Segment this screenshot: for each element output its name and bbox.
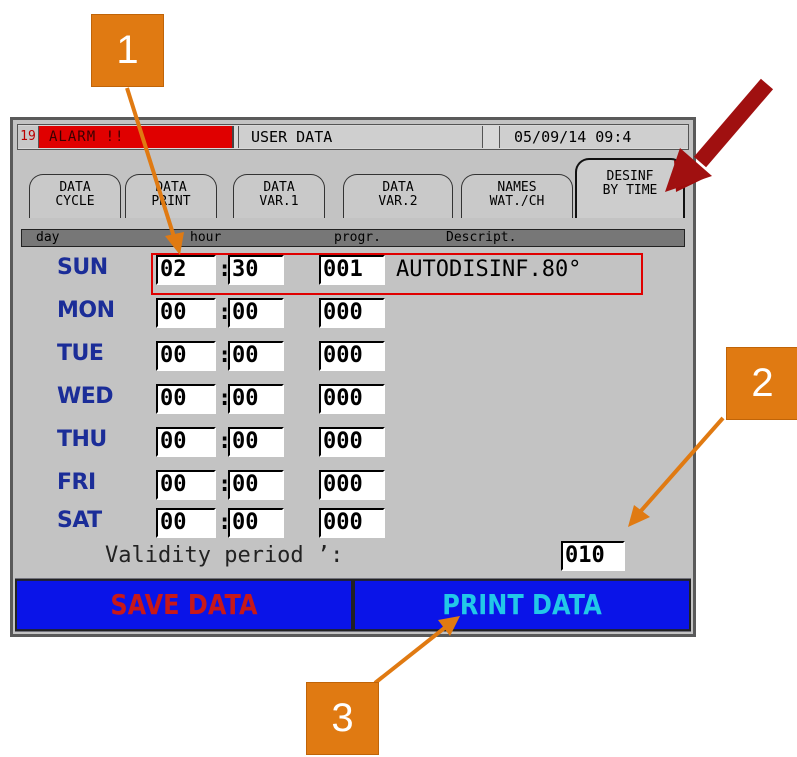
minute-field[interactable]: 00 — [228, 470, 284, 500]
tab-label-line1: DESINF — [606, 169, 654, 184]
day-label: TUE — [57, 341, 104, 366]
day-label: SAT — [57, 508, 102, 533]
table-row: TUE 00 : 00 000 — [13, 337, 693, 373]
tab-names-wat-ch[interactable]: NAMES WAT./CH — [461, 174, 573, 218]
tab-data-var2[interactable]: DATA VAR.2 — [343, 174, 453, 218]
tab-label-line2: WAT./CH — [489, 194, 545, 209]
day-label: THU — [57, 427, 107, 452]
hour-field[interactable]: 00 — [156, 470, 216, 500]
tab-label-line2: VAR.2 — [378, 194, 418, 209]
hour-field[interactable]: 00 — [156, 427, 216, 457]
callout-1: 1 — [91, 14, 164, 87]
day-label: SUN — [57, 255, 108, 280]
minute-field[interactable]: 00 — [228, 427, 284, 457]
hour-field[interactable]: 00 — [156, 341, 216, 371]
hour-field[interactable]: 00 — [156, 298, 216, 328]
tab-label-line1: DATA — [382, 180, 414, 195]
col-progr: progr. — [334, 230, 381, 245]
tab-label-line2: VAR.1 — [259, 194, 299, 209]
program-field[interactable]: 001 — [319, 255, 385, 285]
day-label: MON — [57, 298, 115, 323]
table-row: WED 00 : 00 000 — [13, 380, 693, 416]
page-title: USER DATA — [238, 126, 483, 148]
tab-desinf-by-time[interactable]: DESINF BY TIME — [575, 158, 685, 218]
alarm-count: 19 — [18, 126, 39, 148]
validity-period-field[interactable]: 010 — [561, 541, 625, 571]
action-bar: SAVE DATA PRINT DATA — [15, 578, 691, 632]
hour-field[interactable]: 00 — [156, 508, 216, 538]
hour-field[interactable]: 00 — [156, 384, 216, 414]
validity-period-label: Validity period ’: — [105, 543, 344, 568]
table-row: THU 00 : 00 000 — [13, 423, 693, 459]
program-field[interactable]: 000 — [319, 341, 385, 371]
col-hour: hour — [190, 230, 222, 245]
program-description: AUTODISINF.80° — [396, 257, 582, 282]
col-day: day — [36, 230, 60, 245]
program-field[interactable]: 000 — [319, 384, 385, 414]
minute-field[interactable]: 00 — [228, 298, 284, 328]
status-bar: 19 ALARM !! USER DATA 05/09/14 09:4 — [17, 124, 689, 150]
tab-label-line1: DATA — [155, 180, 187, 195]
minute-field[interactable]: 00 — [228, 508, 284, 538]
tab-bar: DATA CYCLE DATA PRINT DATA VAR.1 DATA VA… — [21, 158, 689, 228]
day-label: WED — [57, 384, 114, 409]
big-red-arrow-shaft — [693, 78, 774, 168]
save-data-button[interactable]: SAVE DATA — [15, 578, 353, 632]
minute-field[interactable]: 00 — [228, 384, 284, 414]
table-row: SUN 02 : 30 001 AUTODISINF.80° — [13, 251, 693, 287]
print-data-button[interactable]: PRINT DATA — [353, 578, 691, 632]
tab-data-print[interactable]: DATA PRINT — [125, 174, 217, 218]
day-label: FRI — [57, 470, 96, 495]
table-row: MON 00 : 00 000 — [13, 294, 693, 330]
program-field[interactable]: 000 — [319, 298, 385, 328]
table-header: day hour progr. Descript. — [21, 229, 685, 247]
callout-2: 2 — [726, 347, 797, 420]
table-row: FRI 00 : 00 000 — [13, 466, 693, 502]
tab-data-var1[interactable]: DATA VAR.1 — [233, 174, 325, 218]
program-field[interactable]: 000 — [319, 470, 385, 500]
user-data-screen: 19 ALARM !! USER DATA 05/09/14 09:4 DATA… — [10, 117, 696, 637]
minute-field[interactable]: 00 — [228, 341, 284, 371]
program-field[interactable]: 000 — [319, 508, 385, 538]
tab-label-line2: BY TIME — [602, 183, 658, 198]
tab-data-cycle[interactable]: DATA CYCLE — [29, 174, 121, 218]
alarm-indicator[interactable]: ALARM !! — [39, 126, 234, 148]
callout-3: 3 — [306, 682, 379, 755]
col-descript: Descript. — [446, 230, 517, 245]
tab-label-line1: NAMES — [497, 180, 537, 195]
hour-field[interactable]: 02 — [156, 255, 216, 285]
tab-label-line2: CYCLE — [55, 194, 95, 209]
program-field[interactable]: 000 — [319, 427, 385, 457]
tab-label-line1: DATA — [263, 180, 295, 195]
tab-label-line2: PRINT — [151, 194, 191, 209]
table-row: SAT 00 : 00 000 — [13, 504, 693, 540]
minute-field[interactable]: 30 — [228, 255, 284, 285]
date-time: 05/09/14 09:4 — [499, 126, 688, 148]
tab-label-line1: DATA — [59, 180, 91, 195]
